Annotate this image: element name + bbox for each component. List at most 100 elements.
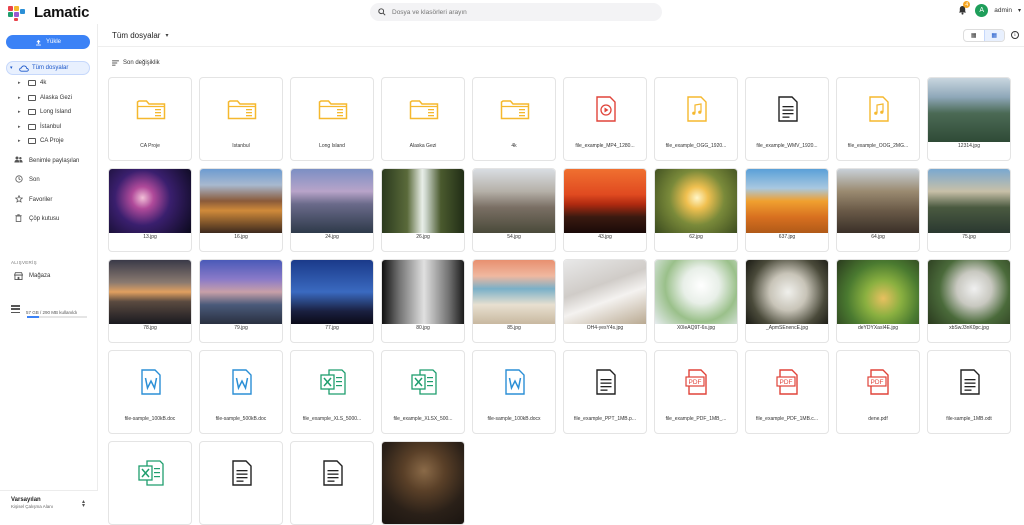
storage-usage: 57 GB / 290 MB kullanıldı (11, 305, 77, 315)
workspace-switcher[interactable]: Varsayılan Kişisel Çalışma Alanı ▴ ▾ (0, 490, 98, 514)
file-card[interactable]: 16.jpg (199, 168, 283, 252)
grid-view-icon[interactable]: ▦ (983, 30, 1004, 41)
sidebar-item-trash[interactable]: Çöp kutusu (14, 210, 79, 230)
file-card[interactable]: 13.jpg (108, 168, 192, 252)
file-card[interactable]: file_example_XLS_5000... (290, 350, 374, 434)
file-card[interactable] (290, 441, 374, 525)
info-icon[interactable]: i (1011, 31, 1019, 39)
file-name: 24.jpg (325, 234, 339, 240)
file-card[interactable]: PDF file_example_PDF_1MB_... (654, 350, 738, 434)
chevron-down-icon[interactable]: ▾ (165, 32, 168, 39)
file-card[interactable]: 12314.jpg (927, 77, 1011, 161)
file-card[interactable]: PDF file_example_PDF_1MB.c... (745, 350, 829, 434)
image-thumbnail (564, 169, 646, 233)
folder-tree-item[interactable]: ▸ İstanbul (18, 120, 72, 135)
word-file-icon (200, 351, 282, 413)
avatar[interactable]: A (975, 3, 989, 17)
file-card[interactable]: 62.jpg (654, 168, 738, 252)
file-card[interactable] (381, 441, 465, 525)
app-logo[interactable]: Lamatic (8, 4, 89, 21)
file-card[interactable]: 75.jpg (927, 168, 1011, 252)
file-card[interactable]: 78.jpg (108, 259, 192, 343)
sort-control[interactable]: Son değişiklik (112, 60, 160, 66)
folder-tree-item[interactable]: ▸ CA Proje (18, 134, 72, 149)
storage-progress-bar (27, 316, 87, 318)
file-card[interactable]: file-sample_100kB.docx (472, 350, 556, 434)
file-card[interactable]: file_example_WMV_1920... (745, 77, 829, 161)
chevron-right-icon[interactable]: ▸ (18, 124, 24, 130)
file-card[interactable]: 85.jpg (472, 259, 556, 343)
chevron-right-icon[interactable]: ▸ (18, 109, 24, 115)
folder-tree-item[interactable]: ▸ Alaska Gezi (18, 91, 72, 106)
file-name: _ApmSEnencE.jpg (766, 325, 808, 331)
file-card[interactable] (199, 441, 283, 525)
folder-icon (28, 94, 36, 101)
file-card[interactable]: 79.jpg (199, 259, 283, 343)
file-card[interactable]: 64.jpg (836, 168, 920, 252)
sidebar-item-all-files[interactable]: ▾ Tüm dosyalar (6, 61, 90, 75)
file-card[interactable]: file_example_MP4_1280... (563, 77, 647, 161)
image-thumbnail (291, 260, 373, 324)
file-name: file-sample_500kB.doc (215, 416, 267, 422)
folder-card[interactable]: İstanbul (199, 77, 283, 161)
search-input[interactable] (392, 8, 642, 16)
view-toggle: ▦ ▦ (963, 29, 1005, 42)
file-name: Alaska Gezi (409, 143, 437, 149)
file-card[interactable]: 26.jpg (381, 168, 465, 252)
sidebar-item-clock[interactable]: Son (14, 171, 79, 191)
file-card[interactable]: deYDYXasI4E.jpg (836, 259, 920, 343)
folder-card[interactable]: CA Proje (108, 77, 192, 161)
folder-card[interactable]: 4k (472, 77, 556, 161)
file-card[interactable]: PDF dene.pdf (836, 350, 920, 434)
file-card[interactable]: X0IeAQ9T-6s.jpg (654, 259, 738, 343)
chevron-up-down-icon[interactable]: ▴ ▾ (82, 499, 85, 509)
file-card[interactable]: 80.jpg (381, 259, 465, 343)
file-card[interactable]: xbSwJ3nK0pc.jpg (927, 259, 1011, 343)
file-card[interactable]: 77.jpg (290, 259, 374, 343)
file-card[interactable]: 54.jpg (472, 168, 556, 252)
folder-card[interactable]: Long Island (290, 77, 374, 161)
file-name: 62.jpg (689, 234, 703, 240)
notifications-button[interactable]: 4 (955, 1, 971, 17)
people-icon (14, 156, 23, 165)
app-name: Lamatic (34, 4, 90, 21)
sidebar-item-store[interactable]: Mağaza (14, 272, 50, 280)
folder-tree-item[interactable]: ▸ 4k (18, 76, 72, 91)
chevron-right-icon[interactable]: ▸ (18, 95, 24, 101)
image-thumbnail (746, 169, 828, 233)
upload-button[interactable]: Yükle (6, 35, 90, 49)
file-name: file_example_MP4_1280... (575, 143, 635, 149)
file-card[interactable] (108, 441, 192, 525)
list-view-icon[interactable]: ▦ (964, 30, 984, 41)
file-card[interactable]: file_example_XLSX_500... (381, 350, 465, 434)
chevron-down-icon[interactable]: ▾ (10, 65, 16, 71)
chevron-right-icon[interactable]: ▸ (18, 138, 24, 144)
user-name[interactable]: admin (994, 7, 1012, 14)
file-card[interactable]: 24.jpg (290, 168, 374, 252)
chevron-right-icon[interactable]: ▸ (18, 80, 24, 86)
folder-card[interactable]: Alaska Gezi (381, 77, 465, 161)
breadcrumb[interactable]: Tüm dosyalar ▾ (112, 31, 168, 40)
file-card[interactable]: file_example_OGG_1920... (654, 77, 738, 161)
image-thumbnail (928, 169, 1010, 233)
file-card[interactable]: file-sample_1MB.odt (927, 350, 1011, 434)
file-card[interactable]: 43.jpg (563, 168, 647, 252)
header-divider (98, 46, 1024, 47)
search-bar[interactable] (370, 3, 662, 21)
sidebar-item-people[interactable]: Benimle paylaşılan (14, 151, 79, 171)
file-name: 80.jpg (416, 325, 430, 331)
file-name: file_example_XLSX_500... (393, 416, 453, 422)
file-card[interactable]: 637.jpg (745, 168, 829, 252)
file-card[interactable]: file_example_OOG_2MG... (836, 77, 920, 161)
storage-progress-fill (27, 316, 39, 318)
file-card[interactable]: file-sample_500kB.doc (199, 350, 283, 434)
file-card[interactable]: OH4-yesY4s.jpg (563, 259, 647, 343)
file-card[interactable]: file_example_PPT_1MB.p... (563, 350, 647, 434)
image-thumbnail (564, 260, 646, 324)
file-card[interactable]: file-sample_100kB.doc (108, 350, 192, 434)
chevron-down-icon[interactable]: ▾ (1018, 7, 1021, 14)
svg-text:PDF: PDF (871, 379, 884, 386)
file-card[interactable]: _ApmSEnencE.jpg (745, 259, 829, 343)
folder-tree-item[interactable]: ▸ Long Island (18, 105, 72, 120)
sidebar-item-star[interactable]: Favoriler (14, 190, 79, 210)
